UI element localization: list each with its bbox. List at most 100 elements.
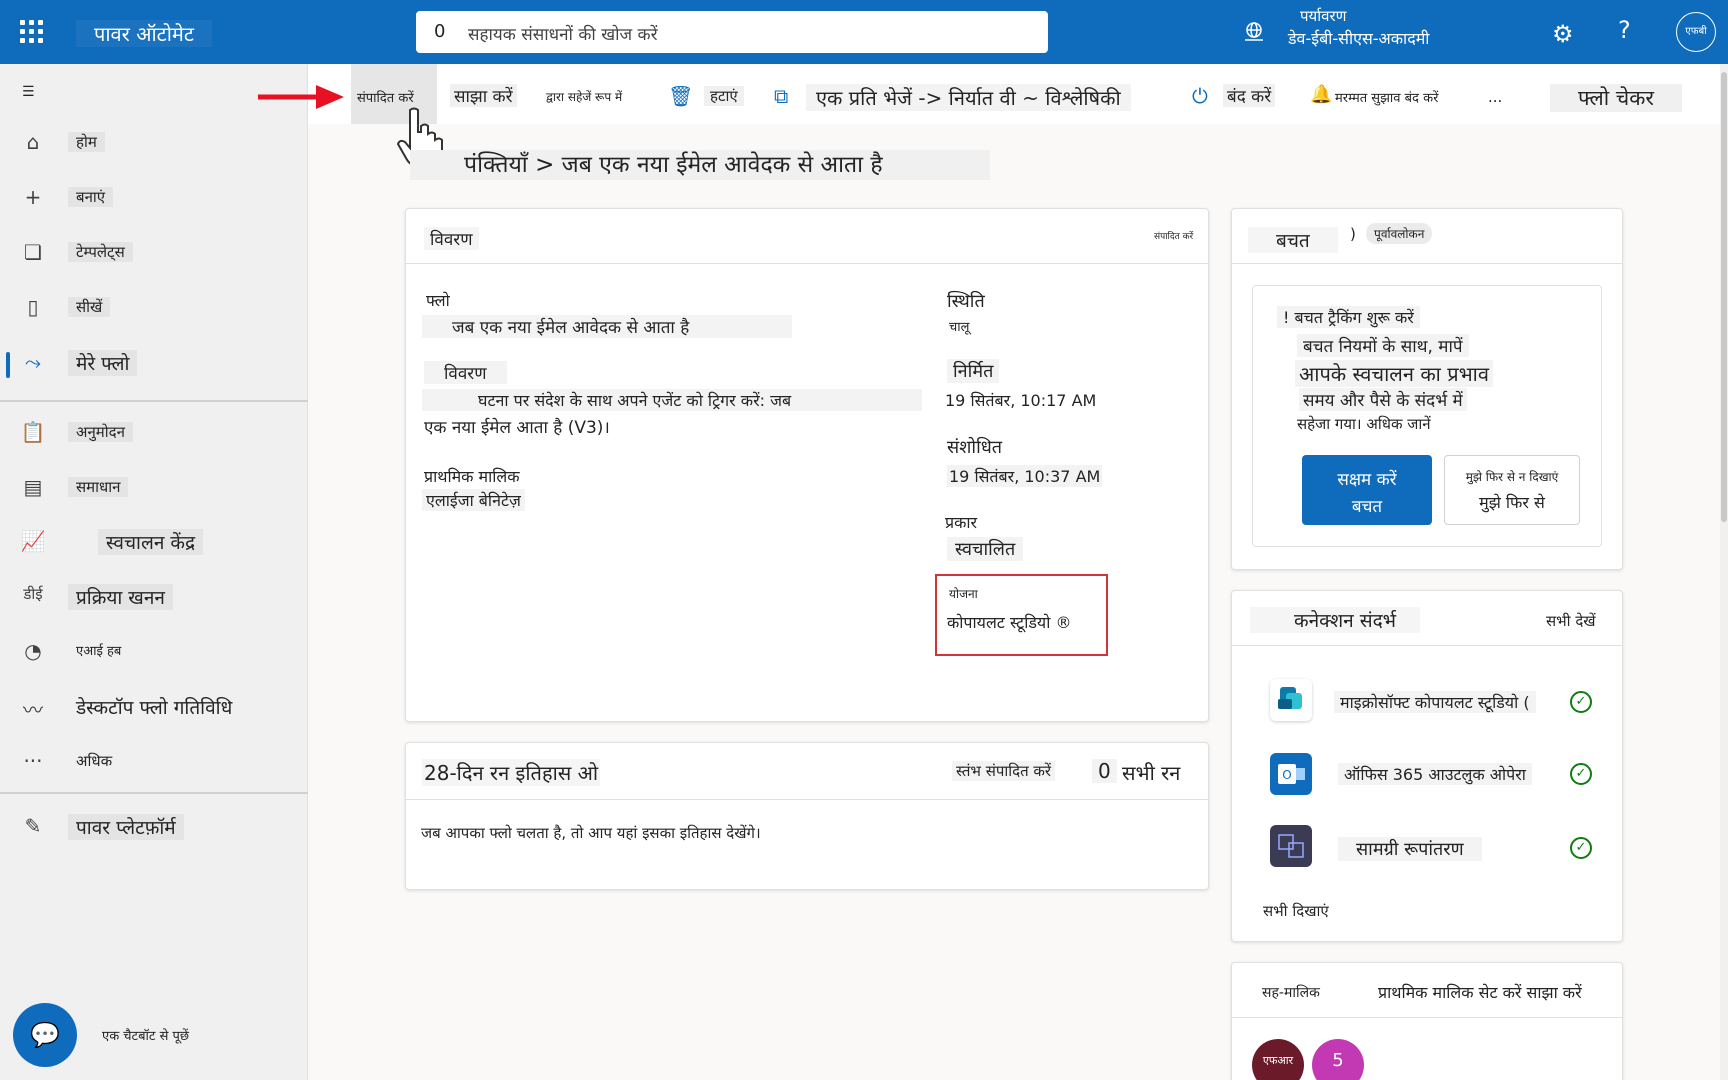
delete-button[interactable]: हटाएं xyxy=(704,86,744,106)
flow-checker-button[interactable]: फ्लो चेकर xyxy=(1550,84,1682,112)
nav-item-power-platform[interactable]: ✎ पावर प्लेटफ़ॉर्म xyxy=(0,804,308,852)
nav-label: समाधान xyxy=(68,477,129,497)
left-navigation: ☰ ⌂ होम + बनाएं ❏ टेम्पलेट्स ▯ सीखें ⤳ म… xyxy=(0,64,308,1080)
nav-label: डेस्कटॉप फ्लो गतिविधि xyxy=(76,697,233,719)
savings-promo-line-3: आपके स्वचालन का प्रभाव xyxy=(1295,360,1493,387)
bell-icon: 🔔 xyxy=(1310,84,1333,105)
save-as-button[interactable]: द्वारा सहेजें रूप में xyxy=(546,88,622,105)
nav-label: स्वचालन केंद्र xyxy=(98,529,204,555)
description-line-2: एक नया ईमेल आता है (V3)। xyxy=(424,418,610,438)
connection-name[interactable]: माइक्रोसॉफ्ट कोपायलट स्टूडियो ( xyxy=(1334,691,1536,713)
svg-text:O: O xyxy=(1282,768,1291,782)
details-edit-link[interactable]: संपादित करें xyxy=(1154,229,1193,242)
search-placeholder: सहायक संसाधनों की खोज करें xyxy=(468,25,658,45)
connected-check-icon: ✓ xyxy=(1570,837,1592,859)
edit-columns-link[interactable]: स्तंभ संपादित करें xyxy=(952,761,1056,781)
flow-label: फ्लो xyxy=(426,291,450,310)
status-label: स्थिति xyxy=(947,291,985,312)
nav-item-learn[interactable]: ▯ सीखें xyxy=(0,285,308,333)
nav-item-desktop-flow-activity[interactable]: 〰 डेस्कटॉप फ्लो गतिविधि xyxy=(0,684,308,732)
power-icon: ⏻ xyxy=(1192,84,1208,108)
type-value: स्वचालित xyxy=(947,537,1024,561)
card-divider xyxy=(1232,1017,1622,1018)
search-count: 0 xyxy=(434,21,446,42)
chatbot-label: एक चैटबॉट से पूछें xyxy=(102,1029,190,1044)
preview-badge: पूर्वावलोकन xyxy=(1366,223,1433,244)
run-history-title: 28-दिन रन इतिहास ओ xyxy=(422,759,601,786)
nav-label: अधिक xyxy=(76,752,113,770)
search-box[interactable]: 0 सहायक संसाधनों की खोज करें xyxy=(416,11,1048,53)
nav-item-ai-hub[interactable]: ◔ एआई हब xyxy=(0,629,308,677)
connection-name[interactable]: ऑफिस 365 आउटलुक ओपेरा xyxy=(1338,763,1532,785)
more-commands-button[interactable]: ... xyxy=(1488,88,1502,106)
settings-gear-icon[interactable]: ⚙ xyxy=(1552,20,1574,48)
nav-item-templates[interactable]: ❏ टेम्पलेट्स xyxy=(0,230,308,278)
savings-title: बचत xyxy=(1248,227,1338,253)
top-bar: पावर ऑटोमेट 0 सहायक संसाधनों की खोज करें… xyxy=(0,0,1728,64)
collapse-menu-icon[interactable]: ☰ xyxy=(22,84,42,100)
created-label: निर्मित xyxy=(947,359,1000,383)
flow-name-value: जब एक नया ईमेल आवेदक से आता है xyxy=(422,315,792,338)
dont-show-label-2: मुझे फिर से xyxy=(1479,493,1545,512)
see-all-link[interactable]: सभी देखें xyxy=(1546,611,1596,631)
nav-item-my-flows[interactable]: ⤳ मेरे फ्लो xyxy=(0,340,308,388)
coowner-avatar[interactable]: एफआर xyxy=(1252,1039,1304,1080)
chatbot-icon: 💬 xyxy=(30,1021,60,1049)
help-icon[interactable]: ? xyxy=(1618,16,1631,44)
show-all-link[interactable]: सभी दिखाएं xyxy=(1263,901,1329,921)
copy-icon: ⧉ xyxy=(774,84,789,108)
card-divider xyxy=(1232,645,1622,646)
solutions-icon: ▤ xyxy=(23,475,43,499)
connected-check-icon: ✓ xyxy=(1570,763,1592,785)
coowners-actions[interactable]: प्राथमिक मालिक सेट करें साझा करें xyxy=(1378,981,1582,1003)
nav-item-home[interactable]: ⌂ होम xyxy=(0,120,308,168)
connection-name[interactable]: सामग्री रूपांतरण xyxy=(1338,837,1482,861)
card-divider xyxy=(1232,263,1622,264)
all-runs-link[interactable]: सभी रन xyxy=(1122,759,1180,786)
coowners-title: सह-मालिक xyxy=(1262,985,1320,1001)
nav-item-create[interactable]: + बनाएं xyxy=(0,175,308,223)
breadcrumb: पंक्तियाँ > जब एक नया ईमेल आवेदक से आता … xyxy=(410,150,990,180)
nav-label: होम xyxy=(68,132,105,152)
edit-button[interactable]: संपादित करें xyxy=(357,88,414,106)
run-history-card: 28-दिन रन इतिहास ओ स्तंभ संपादित करें 0 … xyxy=(405,742,1209,890)
ai-hub-icon: ◔ xyxy=(24,639,42,663)
plus-icon: + xyxy=(24,185,42,209)
primary-owner-label: प्राथमिक मालिक xyxy=(424,467,520,486)
connections-card: कनेक्शन संदर्भ सभी देखें माइक्रोसॉफ्ट को… xyxy=(1231,590,1623,942)
nav-item-process-mining[interactable]: डीई प्रक्रिया खनन xyxy=(0,574,308,622)
coowner-avatar[interactable]: 5 xyxy=(1312,1039,1364,1080)
description-label: विवरण xyxy=(424,361,507,384)
savings-learn-more-link[interactable]: सहेजा गया। अधिक जानें xyxy=(1297,414,1431,434)
dont-show-again-button[interactable]: मुझे फिर से न दिखाएं मुझे फिर से xyxy=(1444,455,1580,525)
send-copy-button[interactable]: एक प्रति भेजें -> निर्यात वी ~ विश्लेषिक… xyxy=(806,84,1131,111)
modified-label: संशोधित xyxy=(947,437,1003,458)
delete-icon: 🗑 xyxy=(668,84,694,108)
turn-off-button[interactable]: बंद करें xyxy=(1223,84,1276,107)
nav-divider xyxy=(0,400,308,402)
chatbot-button[interactable]: 💬 xyxy=(13,1003,77,1067)
savings-paren: ) xyxy=(1350,225,1356,243)
nav-divider xyxy=(0,792,308,794)
copilot-studio-icon xyxy=(1270,679,1312,721)
nav-item-solutions[interactable]: ▤ समाधान xyxy=(0,465,308,513)
primary-owner-value: एलाईजा बेनिटेज़ xyxy=(422,489,525,511)
more-icon: ··· xyxy=(23,749,43,773)
environment-name[interactable]: डेव-ईबी-सीएस-अकादमी xyxy=(1288,27,1429,49)
templates-icon: ❏ xyxy=(24,240,42,264)
nav-item-more[interactable]: ··· अधिक xyxy=(0,739,308,787)
enable-savings-button[interactable]: सक्षम करें बचत xyxy=(1302,455,1432,525)
red-arrow-annotation xyxy=(258,85,344,109)
environment-icon[interactable] xyxy=(1242,20,1266,44)
modified-value: 19 सितंबर, 10:37 AM xyxy=(947,465,1103,487)
nav-item-approvals[interactable]: 📋 अनुमोदन xyxy=(0,410,308,458)
share-button[interactable]: साझा करें xyxy=(450,84,517,107)
repair-tips-button[interactable]: मरम्मत सुझाव बंद करें xyxy=(1335,88,1438,106)
app-launcher-icon[interactable] xyxy=(20,20,44,44)
book-icon: ▯ xyxy=(27,295,39,319)
scrollbar-thumb[interactable] xyxy=(1721,72,1727,522)
nav-item-automation-center[interactable]: 📈 स्वचालन केंद्र xyxy=(0,519,308,567)
chart-icon: 📈 xyxy=(20,529,46,553)
user-avatar[interactable]: एफबी xyxy=(1676,12,1716,52)
app-title[interactable]: पावर ऑटोमेट xyxy=(76,20,212,47)
